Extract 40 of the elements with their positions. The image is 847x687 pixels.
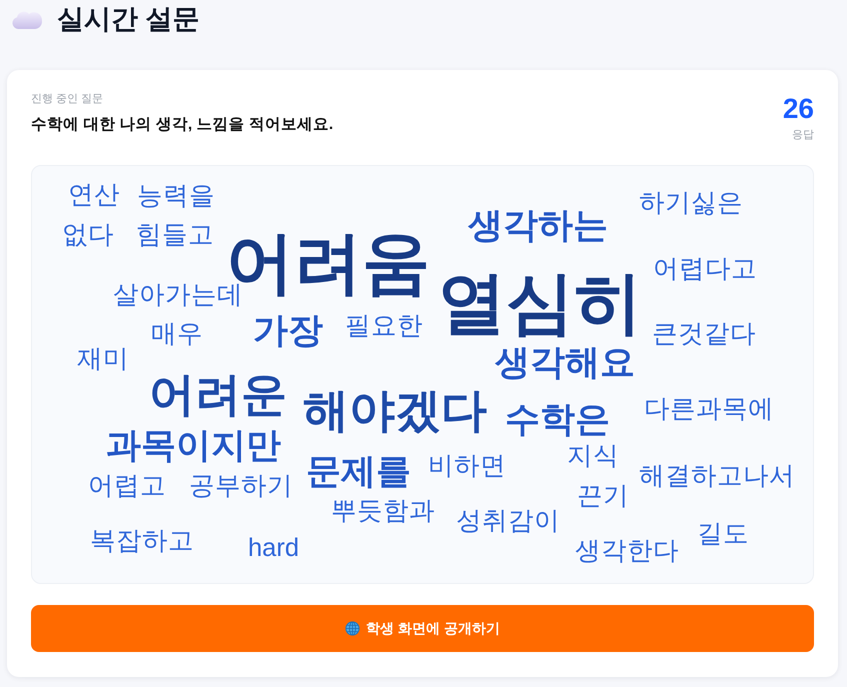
cloud-word: 수학은: [505, 402, 610, 437]
page-title: 실시간 설문: [57, 6, 200, 32]
cloud-icon: [12, 10, 43, 28]
cloud-word: 공부하기: [189, 474, 293, 500]
cloud-word: 힘들고: [136, 223, 214, 249]
cloud-word: 지식: [567, 444, 619, 470]
cloud-word: 과목이지만: [106, 428, 281, 463]
cloud-word: hard: [248, 536, 300, 562]
cloud-word: 어렵다고: [653, 257, 757, 283]
cloud-word: 큰것같다: [652, 322, 756, 348]
cloud-word: 비하면: [428, 454, 506, 480]
question-caption: 진행 중인 질문: [31, 92, 104, 106]
cloud-word: 연산: [68, 183, 120, 209]
cloud-word: 생각해요: [495, 344, 635, 380]
cloud-word: 끈기: [577, 484, 629, 510]
cloud-word: 뿌듯함과: [331, 499, 435, 525]
cloud-word: 재미: [77, 347, 129, 373]
cloud-word: 복잡하고: [90, 529, 194, 555]
cloud-word: 가장: [253, 312, 323, 348]
cloud-word: 없다: [62, 223, 114, 249]
cloud-word: 해야겠다: [303, 387, 487, 434]
cloud-word: 하기싫은: [639, 191, 743, 217]
cloud-word: 열심히: [438, 269, 642, 338]
cloud-word: 성취감이: [456, 509, 560, 535]
cloud-word: 다른과목에: [644, 397, 774, 423]
cloud-word: 문제를: [306, 454, 411, 489]
publish-button[interactable]: 학생 화면에 공개하기: [31, 605, 814, 652]
cloud-word: 매우: [151, 322, 203, 348]
cloud-word: 필요한: [345, 314, 423, 340]
cloud-word: 어려운: [149, 371, 287, 418]
cloud-word: 생각한다: [575, 539, 679, 565]
response-count: 26: [782, 95, 814, 123]
cloud-word: 생각하는: [468, 208, 608, 243]
response-label: 응답: [791, 129, 814, 142]
cloud-word: 어렵고: [88, 474, 166, 500]
cloud-word: 능력을: [137, 184, 215, 210]
cloud-word: 길도: [697, 522, 749, 548]
cloud-word: 해결하고나서: [639, 464, 795, 490]
question-text: 수학에 대한 나의 생각, 느낌을 적어보세요.: [31, 115, 334, 136]
globe-icon: [345, 621, 360, 636]
